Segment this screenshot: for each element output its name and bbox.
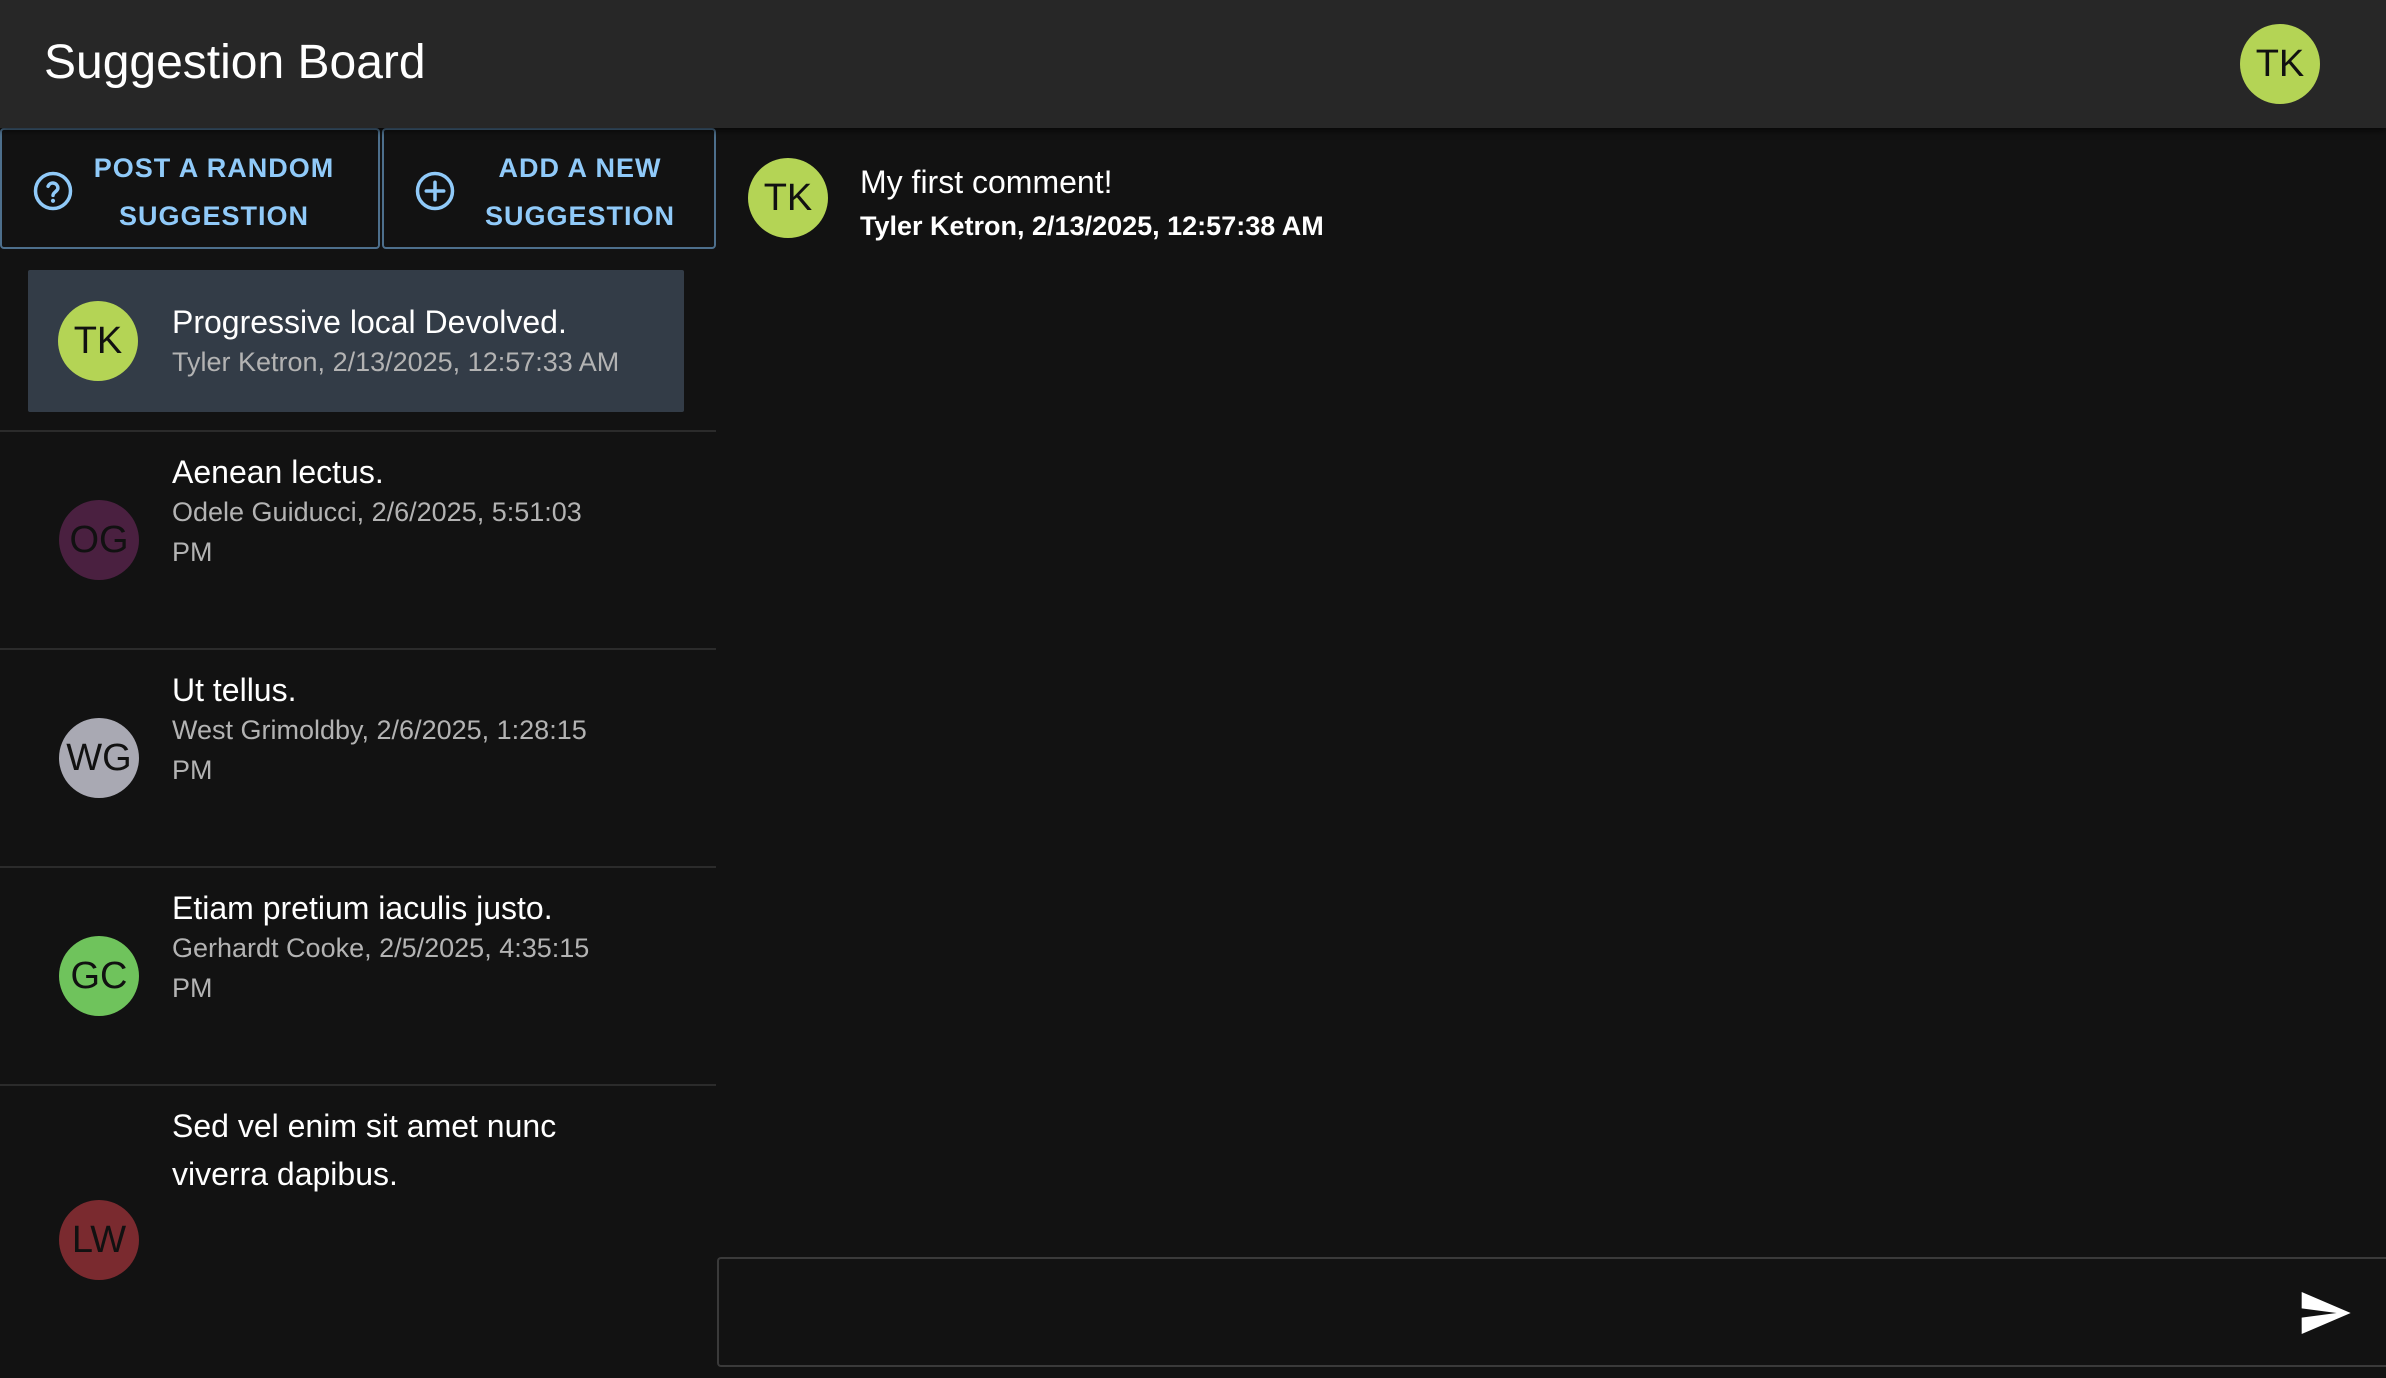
- comment-meta: Tyler Ketron, 2/13/2025, 12:57:38 AM: [860, 211, 1324, 241]
- add-new-suggestion-label: ADD A NEW SUGGESTION: [484, 153, 676, 231]
- suggestion-meta: Odele Guiducci, 2/6/2025, 5:51:03 PM: [172, 497, 582, 567]
- add-circle-icon: [415, 171, 455, 211]
- comment-text: My first comment!: [860, 164, 1113, 200]
- suggestion-meta: Gerhardt Cooke, 2/5/2025, 4:35:15 PM: [172, 933, 590, 1003]
- suggestion-title: Sed vel enim sit amet nunc viverra dapibu…: [172, 1108, 557, 1192]
- suggestion-meta: West Grimoldby, 2/6/2025, 1:28:15 PM: [172, 715, 587, 785]
- suggestion-item[interactable]: GC Etiam pretium iaculis justo. Gerhardt…: [0, 868, 716, 1084]
- user-avatar[interactable]: TK: [2240, 24, 2320, 104]
- avatar: WG: [59, 718, 139, 798]
- suggestion-title: Etiam pretium iaculis justo.: [172, 890, 553, 926]
- add-new-suggestion-button[interactable]: ADD A NEW SUGGESTION: [382, 128, 716, 249]
- comment: TK My first comment! Tyler Ketron, 2/13/…: [748, 158, 2348, 248]
- suggestion-meta: Tyler Ketron, 2/13/2025, 12:57:33 AM: [172, 347, 620, 377]
- comment-composer: [717, 1257, 2386, 1367]
- suggestion-item[interactable]: OG Aenean lectus. Odele Guiducci, 2/6/20…: [0, 432, 716, 648]
- app-bar: Suggestion Board TK: [0, 0, 2386, 128]
- suggestion-list[interactable]: TK Progressive local Devolved. Tyler Ket…: [0, 270, 716, 1378]
- suggestion-title: Progressive local Devolved.: [172, 304, 567, 340]
- avatar: TK: [58, 301, 138, 381]
- suggestion-title: Aenean lectus.: [172, 454, 384, 490]
- send-icon: [2301, 1292, 2351, 1334]
- app-title: Suggestion Board: [44, 36, 426, 89]
- help-circle-icon: [33, 171, 73, 211]
- avatar: GC: [59, 936, 139, 1016]
- suggestion-item[interactable]: LW Sed vel enim sit amet nunc viverra dap…: [0, 1086, 716, 1346]
- suggestions-pane: POST A RANDOM SUGGESTION ADD A NEW SUGGEST…: [0, 128, 716, 1374]
- post-random-suggestion-button[interactable]: POST A RANDOM SUGGESTION: [0, 128, 380, 249]
- avatar: OG: [59, 500, 139, 580]
- suggestion-title: Ut tellus.: [172, 672, 297, 708]
- avatar: LW: [59, 1200, 139, 1280]
- suggestion-item[interactable]: WG Ut tellus. West Grimoldby, 2/6/2025, …: [0, 650, 716, 866]
- comment-input[interactable]: [743, 1279, 2243, 1347]
- avatar: TK: [748, 158, 828, 238]
- suggestion-item[interactable]: TK Progressive local Devolved. Tyler Ket…: [28, 270, 684, 412]
- send-button[interactable]: [2297, 1285, 2353, 1341]
- post-random-suggestion-label: POST A RANDOM SUGGESTION: [93, 153, 335, 231]
